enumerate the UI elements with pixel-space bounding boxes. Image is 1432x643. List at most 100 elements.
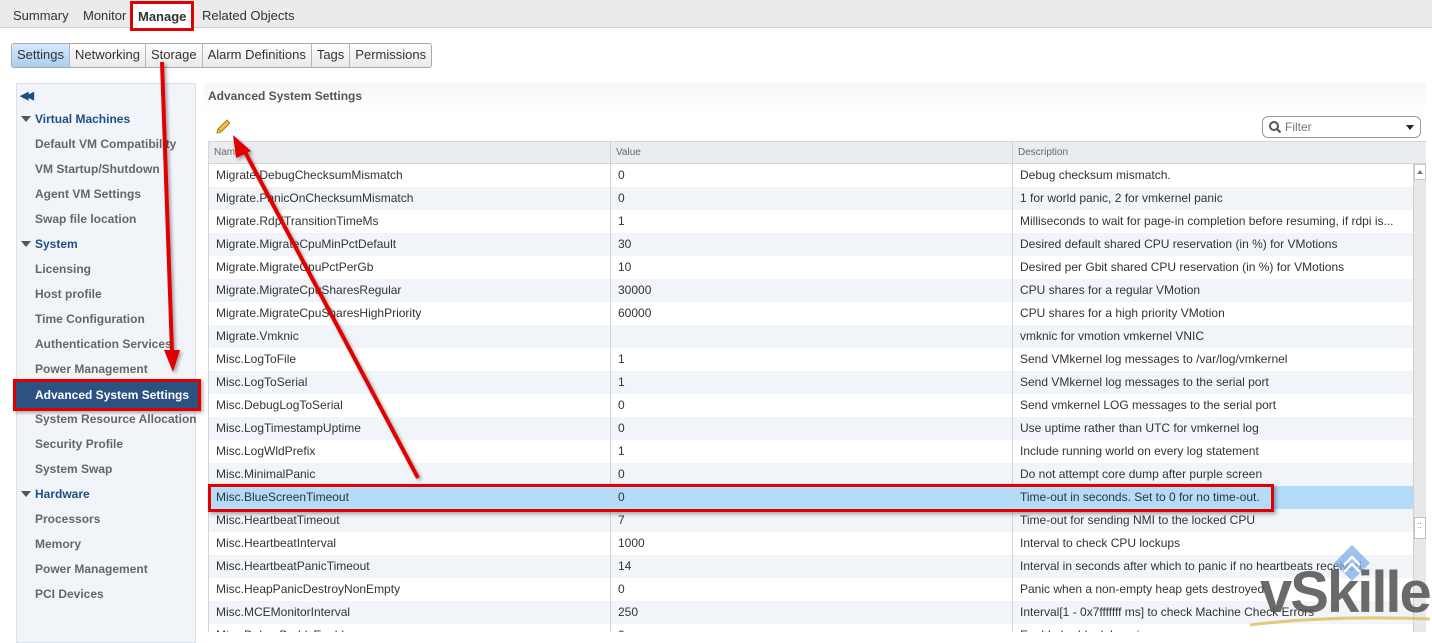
expand-triangle-icon xyxy=(21,240,31,247)
column-header-name[interactable]: Name xyxy=(209,142,611,164)
table-row-selected[interactable]: Misc.BlueScreenTimeout 0 Time-out in secon… xyxy=(209,486,1414,509)
collapse-sidebar-icon[interactable]: ◀◀ xyxy=(20,89,34,102)
edit-settings-button[interactable] xyxy=(214,118,232,136)
setting-description: Use uptime rather than UTC for vmkernel … xyxy=(1020,421,1259,435)
nav-item-host-profile[interactable]: Host profile xyxy=(35,287,102,301)
subtab-permissions[interactable]: Permissions xyxy=(350,44,431,67)
setting-value: 14 xyxy=(611,555,1013,578)
setting-name: Misc.DebugLogToSerial xyxy=(209,394,611,417)
table-row[interactable]: Misc.HeartbeatPanicTimeout 14 Interval in … xyxy=(209,555,1414,578)
setting-description: CPU shares for a high priority VMotion xyxy=(1020,306,1225,320)
table-row[interactable]: Misc.LogToFile 1 Send VMkernel log message… xyxy=(209,348,1414,371)
nav-item-processors[interactable]: Processors xyxy=(35,512,100,526)
setting-name: Misc.MinimalPanic xyxy=(209,463,611,486)
nav-item-security-profile[interactable]: Security Profile xyxy=(35,437,123,451)
nav-item-power-management[interactable]: Power Management xyxy=(35,362,148,376)
scrollbar-thumb[interactable] xyxy=(1414,517,1426,539)
nav-item-system-resource-allocation[interactable]: System Resource Allocation xyxy=(35,412,197,426)
table-row[interactable]: Migrate.MigrateCpuSharesHighPriority 6000… xyxy=(209,302,1414,325)
tab-manage[interactable]: Manage xyxy=(130,1,195,31)
setting-description: Interval to check CPU lockups xyxy=(1020,536,1181,550)
table-row[interactable]: Migrate.RdpiTransitionTimeMs 1 Millisecond… xyxy=(209,210,1414,233)
nav-item-time-configuration[interactable]: Time Configuration xyxy=(35,312,145,326)
scroll-up-arrow-icon[interactable] xyxy=(1414,164,1426,180)
nav-item-authentication-services[interactable]: Authentication Services xyxy=(35,337,172,351)
table-row[interactable]: Misc.DebugLogToSerial 0 Send vmkernel LOG … xyxy=(209,394,1414,417)
nav-item-vm-startup-shutdown[interactable]: VM Startup/Shutdown xyxy=(35,162,160,176)
table-header: Name Value Description xyxy=(209,141,1426,164)
table-row[interactable]: Misc.LogWldPrefix 1 Include running world … xyxy=(209,440,1414,463)
setting-name: Misc.LogTimestampUptime xyxy=(209,417,611,440)
table-row[interactable]: Migrate.MigrateCpuMinPctDefault 30 Desired… xyxy=(209,233,1414,256)
tab-related-objects[interactable]: Related Objects xyxy=(197,0,300,28)
table-row[interactable]: Migrate.Vmknic vmknic for vmotion vmkerne… xyxy=(209,325,1414,348)
setting-value: 1 xyxy=(611,210,1013,233)
setting-name: Migrate.MigrateCpuPctPerGb xyxy=(209,256,611,279)
table-row[interactable]: Misc.DebugBuddyEnable0Enable buddy debug… xyxy=(209,624,1414,632)
nav-item-licensing[interactable]: Licensing xyxy=(35,262,91,276)
nav-item-agent-vm-settings[interactable]: Agent VM Settings xyxy=(35,187,141,201)
nav-item-hardware-power-management[interactable]: Power Management xyxy=(35,562,148,576)
table-row[interactable]: Migrate.PanicOnChecksumMismatch 0 1 for wo… xyxy=(209,187,1414,210)
table-row[interactable]: Misc.LogToSerial 1 Send VMkernel log messa… xyxy=(209,371,1414,394)
main-header: Advanced System Settings xyxy=(204,83,1426,113)
setting-name: Misc.HeartbeatTimeout xyxy=(209,509,611,532)
table-row[interactable]: Migrate.MigrateCpuPctPerGb 10 Desired per … xyxy=(209,256,1414,279)
setting-value: 0 xyxy=(611,164,1013,187)
subtab-alarm-definitions[interactable]: Alarm Definitions xyxy=(203,44,312,67)
subtab-tags[interactable]: Tags xyxy=(312,44,351,67)
table-row[interactable]: Misc.HeapPanicDestroyNonEmpty 0 Panic when… xyxy=(209,578,1414,601)
setting-name: Migrate.Vmknic xyxy=(209,325,611,348)
chevron-down-icon[interactable] xyxy=(1406,125,1414,130)
subtab-networking[interactable]: Networking xyxy=(70,44,147,67)
column-header-description[interactable]: Description xyxy=(1013,142,1426,164)
nav-item-default-vm-compatibility[interactable]: Default VM Compatibility xyxy=(35,137,176,151)
filter-input[interactable] xyxy=(1285,119,1395,135)
nav-group-virtual-machines[interactable]: Virtual Machines xyxy=(21,112,130,126)
setting-description: Debug checksum mismatch. xyxy=(1020,168,1171,182)
subtab-storage[interactable]: Storage xyxy=(146,44,203,67)
setting-value: 0 xyxy=(611,187,1013,210)
nav-item-swap-file-location[interactable]: Swap file location xyxy=(35,212,136,226)
setting-description: Desired default shared CPU reservation (… xyxy=(1020,237,1338,251)
setting-value: 0 xyxy=(611,624,1013,632)
table-row[interactable]: Misc.MinimalPanic 0 Do not attempt core du… xyxy=(209,463,1414,486)
table-row[interactable]: Misc.LogTimestampUptime 0 Use uptime rathe… xyxy=(209,417,1414,440)
setting-description: Milliseconds to wait for page-in complet… xyxy=(1020,214,1394,228)
setting-description: Desired per Gbit shared CPU reservation … xyxy=(1020,260,1345,274)
table-row[interactable]: Migrate.DebugChecksumMismatch 0 Debug chec… xyxy=(209,164,1414,187)
table-row[interactable]: Misc.HeartbeatTimeout 7 Time-out for sendi… xyxy=(209,509,1414,532)
table-row[interactable]: Migrate.MigrateCpuSharesRegular 30000 CPU … xyxy=(209,279,1414,302)
subtab-settings[interactable]: Settings xyxy=(12,44,70,67)
setting-name: Misc.BlueScreenTimeout xyxy=(209,486,611,509)
setting-description: Send vmkernel LOG messages to the serial… xyxy=(1020,398,1277,412)
setting-description: Interval in seconds after which to panic… xyxy=(1020,559,1362,573)
table-row[interactable]: Misc.MCEMonitorInterval 250 Interval[1 - 0… xyxy=(209,601,1414,624)
nav-item-memory[interactable]: Memory xyxy=(35,537,81,551)
expand-triangle-icon xyxy=(21,490,31,497)
table-scrollbar[interactable] xyxy=(1413,164,1426,632)
setting-name: Misc.HeartbeatPanicTimeout xyxy=(209,555,611,578)
search-icon xyxy=(1269,121,1282,134)
table-row[interactable]: Misc.HeartbeatInterval 1000 Interval to ch… xyxy=(209,532,1414,555)
tab-monitor[interactable]: Monitor xyxy=(78,0,131,28)
nav-group-hardware[interactable]: Hardware xyxy=(21,487,90,501)
expand-triangle-icon xyxy=(21,115,31,122)
setting-name: Misc.HeapPanicDestroyNonEmpty xyxy=(209,578,611,601)
nav-item-advanced-system-settings[interactable]: Advanced System Settings xyxy=(13,379,201,411)
nav-item-system-swap[interactable]: System Swap xyxy=(35,462,112,476)
setting-description: Enable buddy debugging xyxy=(1013,624,1414,632)
nav-group-system[interactable]: System xyxy=(21,237,78,251)
nav-group-label: Hardware xyxy=(35,487,90,501)
tab-summary[interactable]: Summary xyxy=(8,0,74,28)
column-header-value[interactable]: Value xyxy=(611,142,1013,164)
filter-box xyxy=(1262,116,1421,138)
setting-name: Misc.LogToSerial xyxy=(209,371,611,394)
setting-value: 0 xyxy=(611,394,1013,417)
setting-description: Time-out for sending NMI to the locked C… xyxy=(1020,513,1255,527)
nav-item-pci-devices[interactable]: PCI Devices xyxy=(35,587,104,601)
top-nav: Summary Monitor Manage Related Objects xyxy=(0,0,1432,31)
setting-value: 0 xyxy=(611,417,1013,440)
setting-value: 1 xyxy=(611,348,1013,371)
setting-value: 10 xyxy=(611,256,1013,279)
